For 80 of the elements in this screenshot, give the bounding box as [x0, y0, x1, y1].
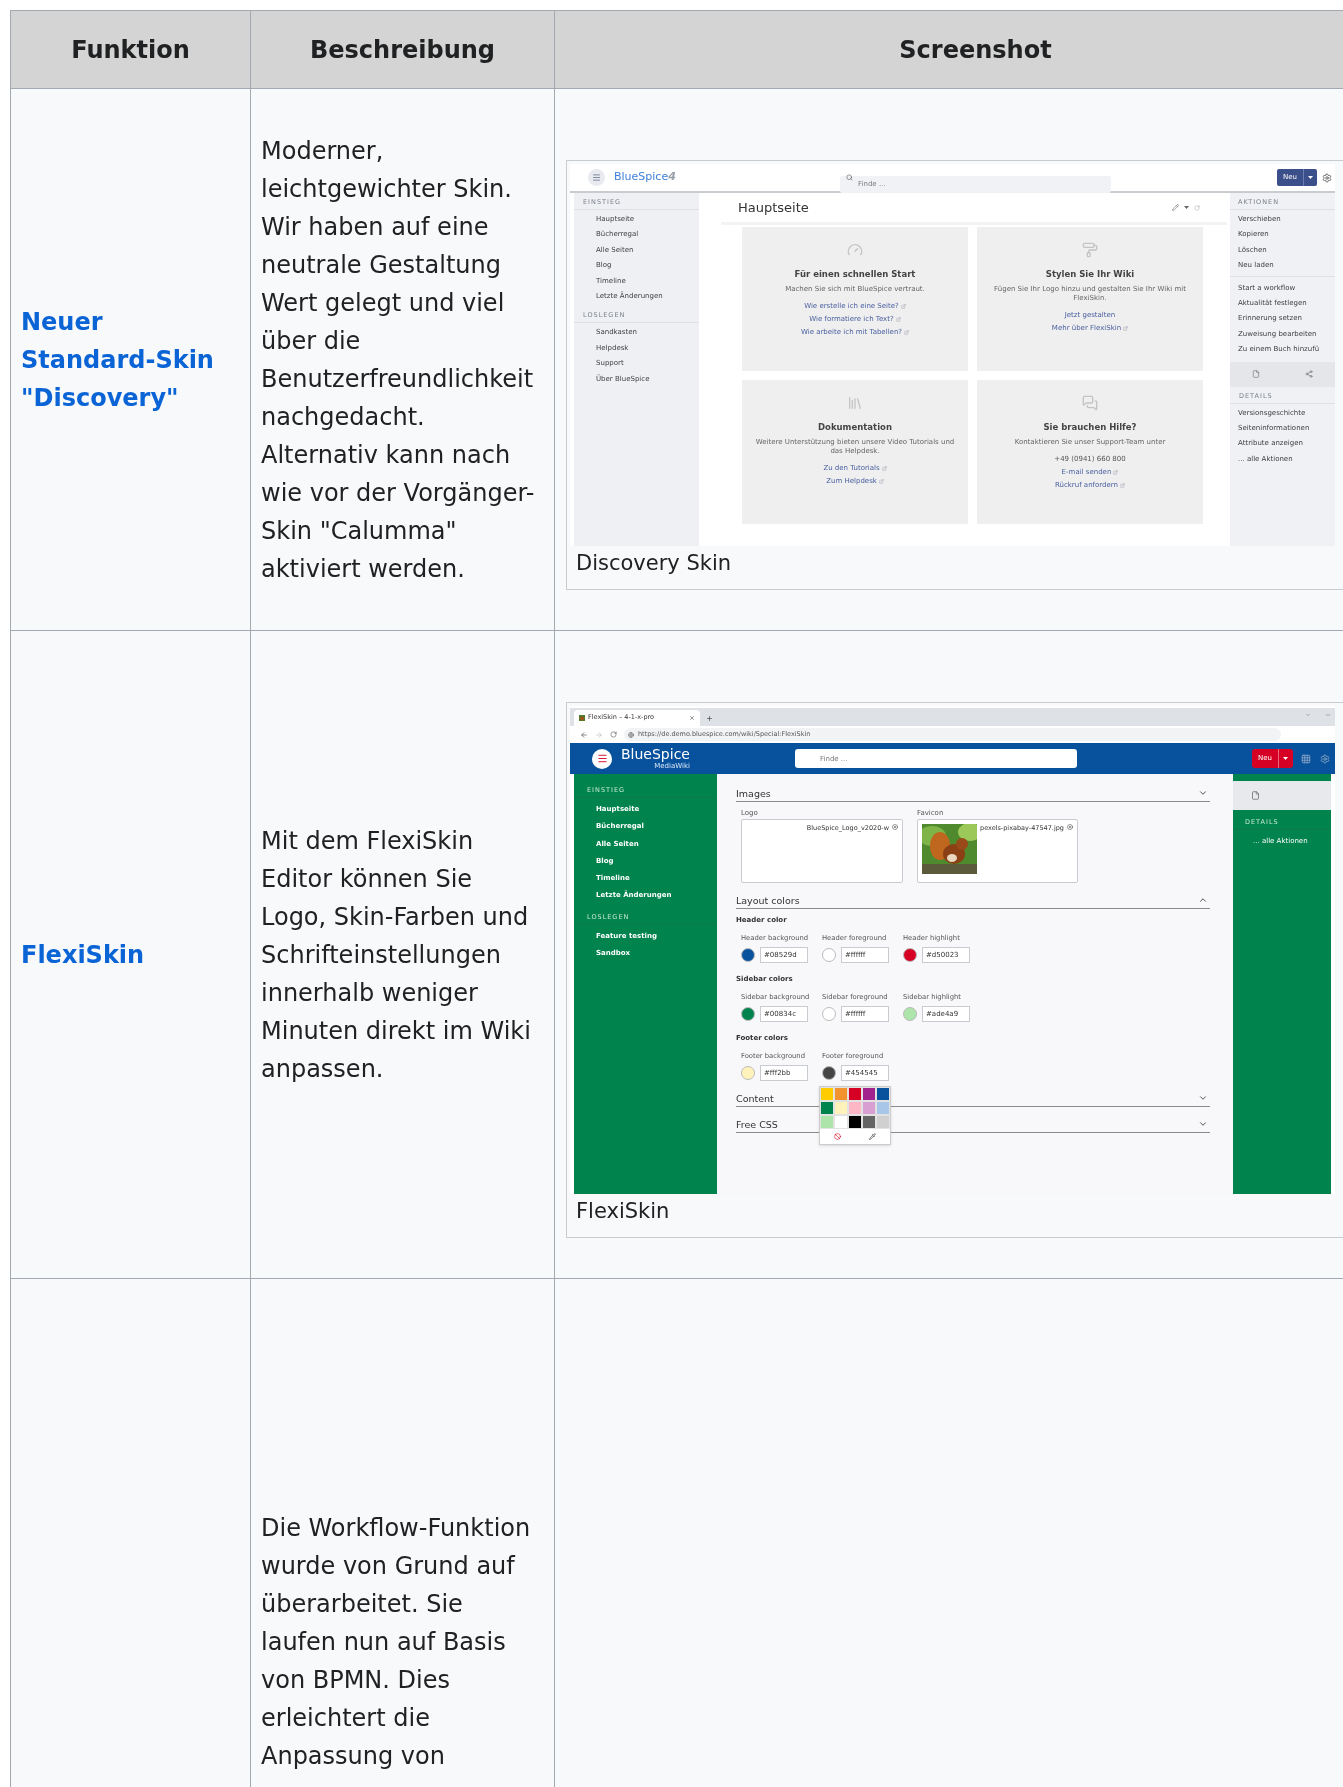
section-header[interactable]: Layout colors: [736, 889, 1210, 909]
gauge-icon: [847, 242, 863, 258]
chevron-icon[interactable]: [1305, 712, 1311, 718]
card-title: Stylen Sie Ihr Wiki: [1045, 269, 1135, 279]
color-swatch[interactable]: [822, 948, 836, 962]
palette-swatch[interactable]: [848, 1115, 862, 1129]
menu-icon: [596, 753, 608, 764]
palette-swatch[interactable]: [876, 1101, 890, 1115]
settings-icon[interactable]: [1320, 753, 1330, 764]
color-swatch[interactable]: [741, 1066, 755, 1080]
external-link-icon: [878, 479, 884, 484]
card-title: Für einen schnellen Start: [794, 269, 916, 279]
external-link-icon: [1113, 470, 1119, 475]
palette-swatch[interactable]: [834, 1101, 848, 1115]
pencil-icon[interactable]: [1172, 204, 1179, 211]
page-icon[interactable]: [1251, 791, 1260, 800]
color-swatch[interactable]: [822, 1066, 836, 1080]
close-icon[interactable]: [689, 715, 695, 721]
palette-swatch[interactable]: [834, 1115, 848, 1129]
grid-icon[interactable]: [1301, 753, 1311, 764]
new-tab-icon[interactable]: [706, 715, 713, 722]
card-title: Dokumentation: [818, 422, 892, 432]
column-header: Funktion: [11, 11, 251, 89]
column-header: Screenshot: [555, 11, 1343, 89]
description-text: Die Workflow-Funktion wurde von Grund auf überarbeitet. Sie laufen nun auf Basis von BPMN. Dies erleichtert die Anpassung von: [261, 1513, 532, 1772]
section-header[interactable]: Images: [736, 782, 1210, 802]
palette-swatch[interactable]: [820, 1087, 834, 1101]
feature-link[interactable]: Neuer Standard-Skin "Discovery": [21, 302, 240, 417]
logo-text: BlueSpice: [621, 747, 690, 762]
caret-icon: [1283, 757, 1289, 760]
eyedropper-icon[interactable]: [869, 1133, 876, 1140]
no-color-icon[interactable]: [834, 1133, 841, 1140]
external-link-icon: [1123, 326, 1129, 331]
palette-swatch[interactable]: [876, 1087, 890, 1101]
palette-swatch[interactable]: [848, 1101, 862, 1115]
palette-swatch[interactable]: [820, 1101, 834, 1115]
color-swatch[interactable]: [741, 948, 755, 962]
external-link-icon: [900, 304, 906, 309]
palette-swatch[interactable]: [820, 1115, 834, 1129]
column-header: Beschreibung: [251, 11, 555, 89]
remove-icon[interactable]: [1067, 824, 1073, 830]
description-text: Moderner, leichtgewichter Skin. Wir haben auf eine neutrale Gestaltung Wert gelegt und viel über die Benutzerfreundlichkeit nachgedacht. Alternativ kann nach wie vor der Vorgänger-Skin "Calumma" aktiviert werden.: [261, 135, 536, 585]
menu-button[interactable]: [592, 748, 612, 769]
caret-icon: [1308, 176, 1313, 179]
card-title: Sie brauchen Hilfe?: [1043, 422, 1137, 432]
books-icon: [847, 395, 863, 411]
palette-swatch[interactable]: [862, 1115, 876, 1129]
globe-icon: [628, 731, 634, 738]
palette-swatch[interactable]: [862, 1101, 876, 1115]
share-icon[interactable]: [1304, 370, 1313, 378]
caret-icon: [1184, 206, 1189, 209]
external-link-icon: [895, 317, 901, 322]
search-icon: [846, 174, 853, 181]
paint-roller-icon: [1082, 242, 1098, 258]
external-link-icon: [904, 330, 910, 335]
refresh-icon[interactable]: [1194, 204, 1200, 211]
speech-bubbles-icon: [1082, 395, 1098, 411]
image-icon: [579, 715, 585, 721]
external-link-icon: [881, 466, 887, 471]
color-swatch[interactable]: [903, 1007, 917, 1021]
palette-swatch[interactable]: [862, 1087, 876, 1101]
remove-icon[interactable]: [892, 824, 898, 830]
back-icon[interactable]: [580, 730, 588, 739]
image-caption: FlexiSkin: [575, 1198, 671, 1225]
external-link-icon: [1120, 483, 1125, 488]
palette-swatch[interactable]: [876, 1115, 890, 1129]
palette-swatch[interactable]: [834, 1087, 848, 1101]
menu-icon: [592, 173, 601, 182]
color-swatch[interactable]: [903, 948, 917, 962]
settings-icon[interactable]: [1322, 172, 1332, 183]
page-title: Hauptseite: [738, 198, 809, 217]
description-text: Mit dem FlexiSkin Editor können Sie Logo, Skin-Farben und Schrifteinstellungen innerhalb weniger Minuten direkt im Wiki anpassen.: [261, 825, 532, 1085]
feature-link[interactable]: FlexiSkin: [21, 935, 145, 974]
color-swatch[interactable]: [741, 1007, 755, 1021]
color-swatch[interactable]: [822, 1007, 836, 1021]
palette-swatch[interactable]: [848, 1087, 862, 1101]
image-caption: Discovery Skin: [575, 550, 733, 577]
reload-icon[interactable]: [610, 731, 617, 738]
logo: BlueSpice4: [614, 169, 676, 186]
page-icon[interactable]: [1252, 370, 1261, 378]
